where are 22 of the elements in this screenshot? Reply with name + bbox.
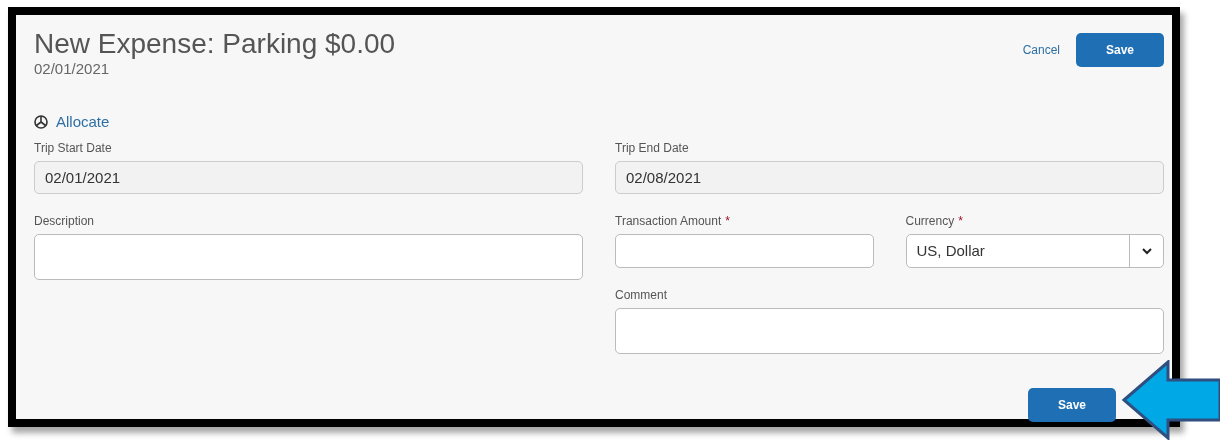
date-field[interactable]: 02/01/2021 — [34, 161, 583, 195]
field-label: Transaction Amount — [615, 214, 722, 230]
text-area-field[interactable] — [34, 234, 583, 281]
amount-field[interactable] — [615, 234, 874, 269]
field-label: Description — [34, 214, 96, 230]
field-label: Comment — [615, 288, 668, 304]
date-field[interactable]: 02/08/2021 — [615, 161, 1164, 195]
currency-dropdown[interactable]: US, Dollar — [905, 234, 1164, 269]
cancel-link[interactable]: Cancel — [1022, 41, 1060, 59]
required-mark: * — [958, 214, 963, 230]
allocate-link[interactable]: Allocate — [56, 110, 110, 134]
chevron-down-icon — [1141, 247, 1152, 255]
save-button[interactable]: Save — [1076, 33, 1164, 67]
page-title: New Expense: Parking $0.00 — [34, 29, 396, 60]
field-label: Trip Start Date — [34, 141, 113, 157]
expense-date: 02/01/2021 — [34, 59, 111, 78]
field-label: Currency — [905, 214, 955, 230]
save-button[interactable]: Save — [1028, 388, 1116, 423]
field-label: Trip End Date — [615, 141, 690, 157]
pie-chart-icon — [34, 115, 48, 130]
required-mark: * — [725, 214, 730, 230]
text-area-field[interactable] — [615, 308, 1164, 355]
